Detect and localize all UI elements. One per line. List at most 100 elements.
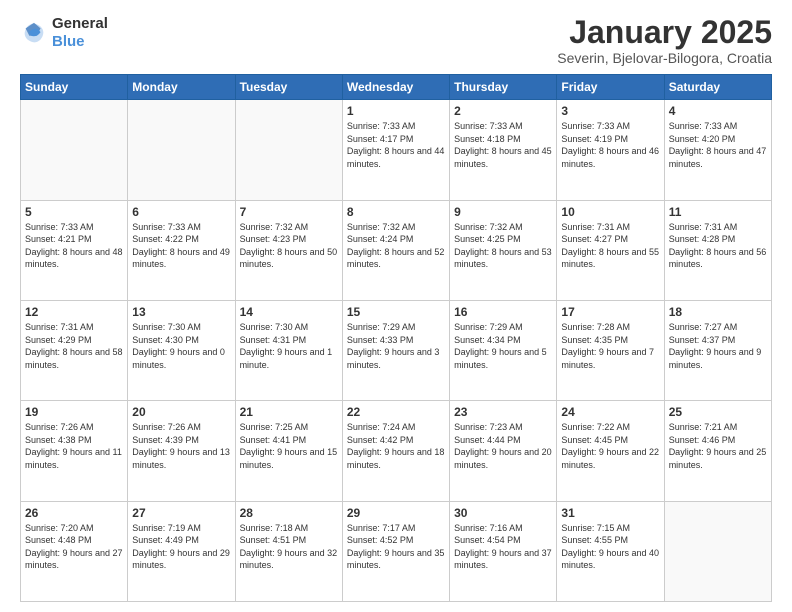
cell-content: Sunrise: 7:27 AM Sunset: 4:37 PM Dayligh…	[669, 321, 767, 371]
month-title: January 2025	[557, 15, 772, 50]
calendar-cell: 19 Sunrise: 7:26 AM Sunset: 4:38 PM Dayli…	[21, 401, 128, 501]
calendar-day-header: Thursday	[450, 75, 557, 100]
calendar-day-header: Wednesday	[342, 75, 449, 100]
cell-content: Sunrise: 7:33 AM Sunset: 4:18 PM Dayligh…	[454, 120, 552, 170]
calendar-cell: 25 Sunrise: 7:21 AM Sunset: 4:46 PM Dayli…	[664, 401, 771, 501]
calendar-cell: 10Sunrise: 7:31 AM Sunset: 4:27 PM Dayli…	[557, 200, 664, 300]
calendar-cell: 12 Sunrise: 7:31 AM Sunset: 4:29 PM Dayli…	[21, 300, 128, 400]
calendar-cell: 6 Sunrise: 7:33 AM Sunset: 4:22 PM Daylig…	[128, 200, 235, 300]
calendar-cell: 31 Sunrise: 7:15 AM Sunset: 4:55 PM Dayli…	[557, 501, 664, 601]
cell-content: Sunrise: 7:30 AM Sunset: 4:31 PM Dayligh…	[240, 321, 338, 371]
calendar-week-row: 1 Sunrise: 7:33 AM Sunset: 4:17 PM Daylig…	[21, 100, 772, 200]
day-number: 7	[240, 205, 338, 219]
calendar-cell: 22Sunrise: 7:24 AM Sunset: 4:42 PM Dayli…	[342, 401, 449, 501]
calendar-table: SundayMondayTuesdayWednesdayThursdayFrid…	[20, 74, 772, 602]
calendar-cell: 16Sunrise: 7:29 AM Sunset: 4:34 PM Dayli…	[450, 300, 557, 400]
calendar-day-header: Sunday	[21, 75, 128, 100]
calendar-day-header: Tuesday	[235, 75, 342, 100]
calendar-cell: 23 Sunrise: 7:23 AM Sunset: 4:44 PM Dayli…	[450, 401, 557, 501]
cell-content: Sunrise: 7:19 AM Sunset: 4:49 PM Dayligh…	[132, 522, 230, 572]
day-number: 26	[25, 506, 123, 520]
cell-content: Sunrise: 7:21 AM Sunset: 4:46 PM Dayligh…	[669, 421, 767, 471]
day-number: 13	[132, 305, 230, 319]
cell-content: Sunrise: 7:30 AM Sunset: 4:30 PM Dayligh…	[132, 321, 230, 371]
cell-content: Sunrise: 7:16 AM Sunset: 4:54 PM Dayligh…	[454, 522, 552, 572]
cell-content: Sunrise: 7:29 AM Sunset: 4:33 PM Dayligh…	[347, 321, 445, 371]
calendar-cell: 8Sunrise: 7:32 AM Sunset: 4:24 PM Daylig…	[342, 200, 449, 300]
calendar-cell: 7 Sunrise: 7:32 AM Sunset: 4:23 PM Daylig…	[235, 200, 342, 300]
calendar-cell: 29 Sunrise: 7:17 AM Sunset: 4:52 PM Dayli…	[342, 501, 449, 601]
cell-content: Sunrise: 7:23 AM Sunset: 4:44 PM Dayligh…	[454, 421, 552, 471]
day-number: 31	[561, 506, 659, 520]
page: General Blue January 2025 Severin, Bjelo…	[0, 0, 792, 612]
cell-content: Sunrise: 7:22 AM Sunset: 4:45 PM Dayligh…	[561, 421, 659, 471]
calendar-cell: 1 Sunrise: 7:33 AM Sunset: 4:17 PM Daylig…	[342, 100, 449, 200]
calendar-cell: 11Sunrise: 7:31 AM Sunset: 4:28 PM Dayli…	[664, 200, 771, 300]
day-number: 1	[347, 104, 445, 118]
calendar-week-row: 12 Sunrise: 7:31 AM Sunset: 4:29 PM Dayli…	[21, 300, 772, 400]
calendar-week-row: 5 Sunrise: 7:33 AM Sunset: 4:21 PM Daylig…	[21, 200, 772, 300]
day-number: 9	[454, 205, 552, 219]
cell-content: Sunrise: 7:31 AM Sunset: 4:29 PM Dayligh…	[25, 321, 123, 371]
calendar-cell: 30 Sunrise: 7:16 AM Sunset: 4:54 PM Dayli…	[450, 501, 557, 601]
day-number: 14	[240, 305, 338, 319]
cell-content: Sunrise: 7:33 AM Sunset: 4:20 PM Dayligh…	[669, 120, 767, 170]
cell-content: Sunrise: 7:33 AM Sunset: 4:17 PM Dayligh…	[347, 120, 445, 170]
cell-content: Sunrise: 7:26 AM Sunset: 4:38 PM Dayligh…	[25, 421, 123, 471]
calendar-cell: 5 Sunrise: 7:33 AM Sunset: 4:21 PM Daylig…	[21, 200, 128, 300]
header: General Blue January 2025 Severin, Bjelo…	[20, 15, 772, 66]
cell-content: Sunrise: 7:33 AM Sunset: 4:22 PM Dayligh…	[132, 221, 230, 271]
day-number: 2	[454, 104, 552, 118]
calendar-cell	[235, 100, 342, 200]
day-number: 24	[561, 405, 659, 419]
calendar-cell: 26 Sunrise: 7:20 AM Sunset: 4:48 PM Dayli…	[21, 501, 128, 601]
calendar-cell: 21Sunrise: 7:25 AM Sunset: 4:41 PM Dayli…	[235, 401, 342, 501]
calendar-cell: 20Sunrise: 7:26 AM Sunset: 4:39 PM Dayli…	[128, 401, 235, 501]
logo-text: General Blue	[52, 15, 108, 51]
calendar-cell	[128, 100, 235, 200]
cell-content: Sunrise: 7:32 AM Sunset: 4:25 PM Dayligh…	[454, 221, 552, 271]
day-number: 23	[454, 405, 552, 419]
calendar-cell: 4 Sunrise: 7:33 AM Sunset: 4:20 PM Daylig…	[664, 100, 771, 200]
calendar-cell: 17Sunrise: 7:28 AM Sunset: 4:35 PM Dayli…	[557, 300, 664, 400]
cell-content: Sunrise: 7:32 AM Sunset: 4:24 PM Dayligh…	[347, 221, 445, 271]
calendar-cell: 2 Sunrise: 7:33 AM Sunset: 4:18 PM Daylig…	[450, 100, 557, 200]
logo-line1: General	[52, 15, 108, 33]
calendar-day-header: Monday	[128, 75, 235, 100]
calendar-cell	[21, 100, 128, 200]
day-number: 18	[669, 305, 767, 319]
day-number: 16	[454, 305, 552, 319]
day-number: 19	[25, 405, 123, 419]
calendar-day-header: Saturday	[664, 75, 771, 100]
day-number: 6	[132, 205, 230, 219]
day-number: 12	[25, 305, 123, 319]
day-number: 22	[347, 405, 445, 419]
day-number: 4	[669, 104, 767, 118]
cell-content: Sunrise: 7:20 AM Sunset: 4:48 PM Dayligh…	[25, 522, 123, 572]
title-area: January 2025 Severin, Bjelovar-Bilogora,…	[557, 15, 772, 66]
calendar-cell	[664, 501, 771, 601]
logo-icon	[20, 19, 48, 47]
cell-content: Sunrise: 7:17 AM Sunset: 4:52 PM Dayligh…	[347, 522, 445, 572]
logo-line2: Blue	[52, 33, 85, 50]
calendar-week-row: 26 Sunrise: 7:20 AM Sunset: 4:48 PM Dayli…	[21, 501, 772, 601]
day-number: 29	[347, 506, 445, 520]
day-number: 21	[240, 405, 338, 419]
cell-content: Sunrise: 7:33 AM Sunset: 4:19 PM Dayligh…	[561, 120, 659, 170]
calendar-cell: 13 Sunrise: 7:30 AM Sunset: 4:30 PM Dayli…	[128, 300, 235, 400]
calendar-cell: 24 Sunrise: 7:22 AM Sunset: 4:45 PM Dayli…	[557, 401, 664, 501]
calendar-cell: 14 Sunrise: 7:30 AM Sunset: 4:31 PM Dayli…	[235, 300, 342, 400]
location-subtitle: Severin, Bjelovar-Bilogora, Croatia	[557, 50, 772, 66]
cell-content: Sunrise: 7:15 AM Sunset: 4:55 PM Dayligh…	[561, 522, 659, 572]
day-number: 25	[669, 405, 767, 419]
cell-content: Sunrise: 7:18 AM Sunset: 4:51 PM Dayligh…	[240, 522, 338, 572]
calendar-week-row: 19 Sunrise: 7:26 AM Sunset: 4:38 PM Dayli…	[21, 401, 772, 501]
day-number: 5	[25, 205, 123, 219]
calendar-cell: 27 Sunrise: 7:19 AM Sunset: 4:49 PM Dayli…	[128, 501, 235, 601]
day-number: 11	[669, 205, 767, 219]
day-number: 27	[132, 506, 230, 520]
day-number: 30	[454, 506, 552, 520]
cell-content: Sunrise: 7:32 AM Sunset: 4:23 PM Dayligh…	[240, 221, 338, 271]
cell-content: Sunrise: 7:33 AM Sunset: 4:21 PM Dayligh…	[25, 221, 123, 271]
calendar-day-header: Friday	[557, 75, 664, 100]
